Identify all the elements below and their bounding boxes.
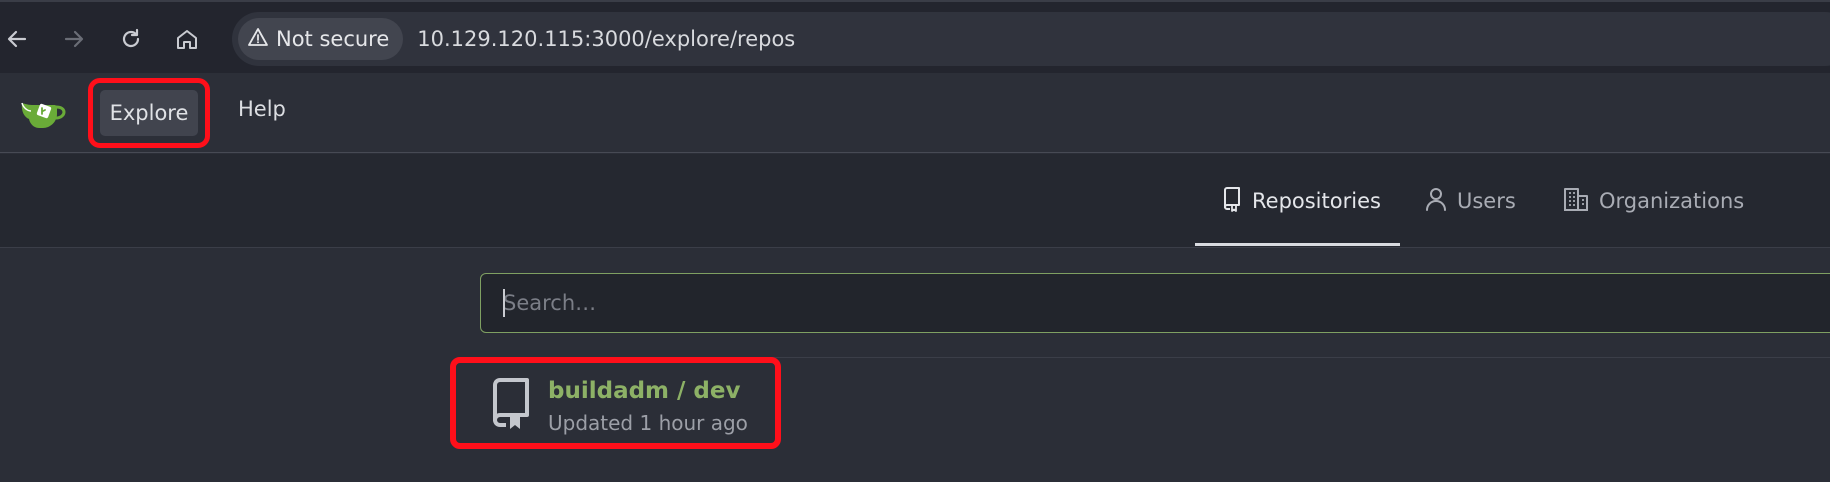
repo-icon (1222, 186, 1242, 217)
tab-repositories-label: Repositories (1252, 189, 1381, 213)
help-nav-item[interactable]: Help (238, 97, 286, 121)
warning-icon (248, 27, 268, 52)
tab-organizations-label: Organizations (1599, 189, 1745, 213)
browser-toolbar: Not secure 10.129.120.115:3000/explore/r… (0, 0, 1830, 73)
person-icon (1425, 187, 1447, 216)
repo-updated-time: Updated 1 hour ago (548, 411, 748, 435)
reload-icon[interactable] (114, 22, 148, 56)
security-chip[interactable]: Not secure (238, 18, 404, 60)
active-tab-indicator (1195, 243, 1400, 246)
explore-label: Explore (109, 101, 189, 125)
back-icon[interactable] (0, 22, 34, 56)
tab-users[interactable]: Users (1425, 154, 1516, 248)
organization-icon (1563, 186, 1589, 217)
explore-nav-highlight: Explore (88, 78, 210, 148)
home-icon[interactable] (170, 22, 204, 56)
tab-organizations[interactable]: Organizations (1563, 154, 1744, 248)
repo-list-item[interactable]: buildadm / dev Updated 1 hour ago (450, 357, 781, 449)
url-text[interactable]: 10.129.120.115:3000/explore/repos (417, 27, 795, 51)
repo-icon (490, 377, 532, 431)
explore-tab-bar: Repositories Users Organizations (0, 154, 1830, 248)
site-header: Explore Help (0, 73, 1830, 153)
forward-icon[interactable] (57, 22, 91, 56)
address-bar[interactable]: Not secure 10.129.120.115:3000/explore/r… (232, 12, 1830, 66)
repo-name-link[interactable]: buildadm / dev (548, 378, 741, 404)
gitea-logo-icon[interactable] (18, 93, 68, 133)
search-input[interactable] (481, 274, 1830, 332)
tab-users-label: Users (1457, 189, 1516, 213)
tab-repositories[interactable]: Repositories (1222, 154, 1381, 248)
text-caret (503, 289, 505, 317)
security-label: Not secure (276, 27, 390, 51)
search-box[interactable] (480, 273, 1830, 333)
explore-nav-item[interactable]: Explore (100, 90, 198, 136)
